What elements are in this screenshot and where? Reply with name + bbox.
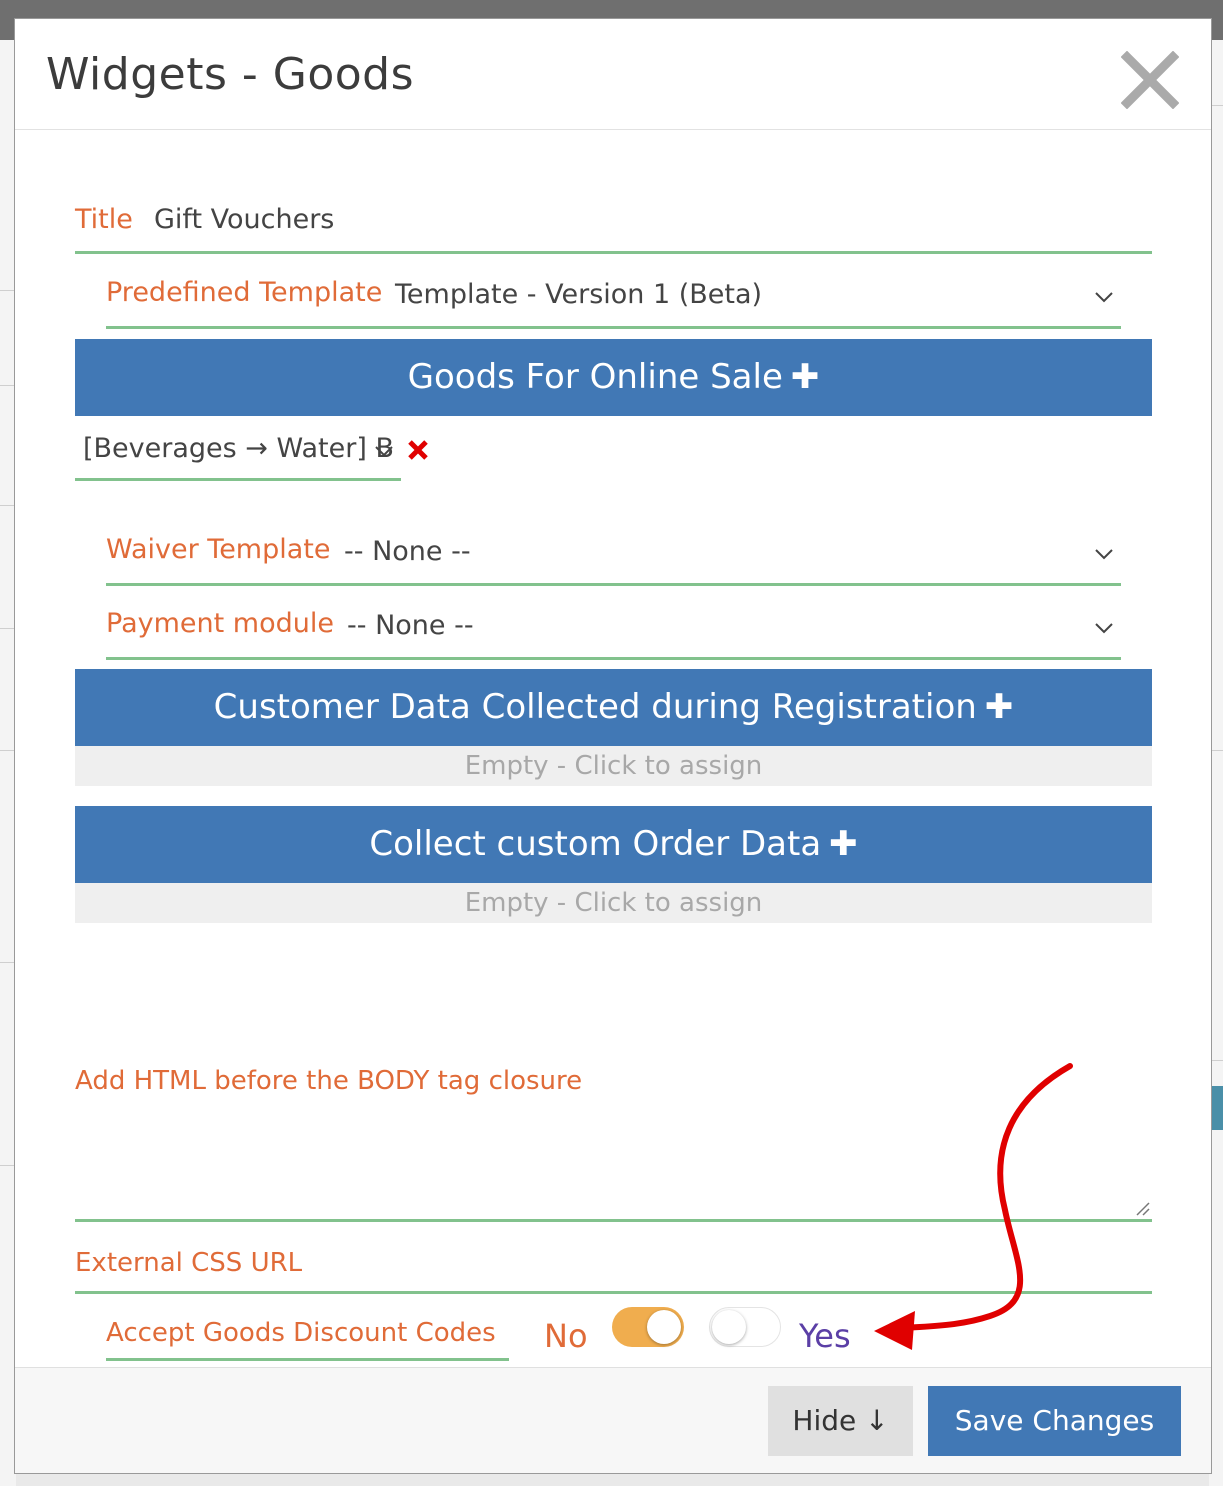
external-css-label: External CSS URL [75, 1248, 303, 1278]
html-body-textarea[interactable] [75, 1104, 1152, 1222]
toggle-knob [712, 1310, 746, 1344]
modal-title: Widgets - Goods [46, 49, 415, 100]
customer-data-label: Customer Data Collected during Registrat… [213, 687, 977, 727]
plus-icon: ✚ [984, 687, 1014, 727]
external-css-input[interactable] [75, 1291, 1152, 1294]
title-field[interactable]: Title Gift Vouchers [75, 194, 1152, 254]
discount-codes-label: Accept Goods Discount Codes [106, 1318, 496, 1348]
payment-module-select[interactable]: Payment module -- None -- [106, 598, 1121, 660]
goods-for-online-sale-label: Goods For Online Sale [407, 357, 783, 397]
modal-footer: Hide ↓ Save Changes [15, 1367, 1211, 1473]
toggle-knob [647, 1310, 681, 1344]
waiver-template-select[interactable]: Waiver Template -- None -- [106, 524, 1121, 586]
chevron-down-icon[interactable] [374, 445, 394, 457]
discount-codes-underline [106, 1358, 509, 1361]
discount-no-label: No [544, 1317, 588, 1355]
customer-data-empty-placeholder[interactable]: Empty - Click to assign [75, 746, 1152, 786]
waiver-template-value[interactable]: -- None -- [344, 536, 471, 567]
predefined-template-label: Predefined Template [106, 277, 383, 308]
hide-button[interactable]: Hide ↓ [768, 1386, 913, 1456]
payment-module-label: Payment module [106, 608, 334, 639]
modal-header: Widgets - Goods [15, 19, 1211, 130]
close-icon[interactable] [1121, 51, 1179, 109]
background-badge [1211, 1086, 1223, 1130]
goods-item-value[interactable]: [Beverages → Water] B [83, 433, 394, 464]
order-data-label: Collect custom Order Data [369, 824, 822, 864]
order-data-empty-placeholder[interactable]: Empty - Click to assign [75, 883, 1152, 923]
payment-module-value[interactable]: -- None -- [347, 610, 474, 641]
predefined-template-select[interactable]: Predefined Template Template - Version 1… [106, 267, 1121, 329]
goods-for-online-sale-button[interactable]: Goods For Online Sale ✚ [75, 339, 1152, 416]
plus-icon: ✚ [829, 824, 858, 864]
html-body-label: Add HTML before the BODY tag closure [75, 1066, 583, 1096]
predefined-template-value[interactable]: Template - Version 1 (Beta) [395, 279, 762, 310]
title-input[interactable]: Gift Vouchers [154, 204, 334, 235]
resize-grip-icon[interactable] [1133, 1199, 1151, 1217]
chevron-down-icon[interactable] [1094, 291, 1114, 303]
goods-item-select[interactable]: [Beverages → Water] B [75, 419, 401, 481]
discount-yes-label: Yes [799, 1317, 851, 1355]
order-data-button[interactable]: Collect custom Order Data ✚ [75, 806, 1152, 883]
save-changes-button[interactable]: Save Changes [928, 1386, 1181, 1456]
widgets-goods-modal: Widgets - Goods Title Gift Vouchers Pred… [14, 18, 1212, 1474]
chevron-down-icon[interactable] [1094, 622, 1114, 634]
discount-toggle-off[interactable] [709, 1307, 781, 1347]
chevron-down-icon[interactable] [1094, 548, 1114, 560]
plus-icon: ✚ [790, 357, 820, 397]
remove-x-icon[interactable] [407, 439, 429, 461]
customer-data-button[interactable]: Customer Data Collected during Registrat… [75, 669, 1152, 746]
title-label: Title [75, 204, 133, 235]
waiver-template-label: Waiver Template [106, 534, 331, 565]
discount-toggle-on[interactable] [612, 1307, 684, 1347]
